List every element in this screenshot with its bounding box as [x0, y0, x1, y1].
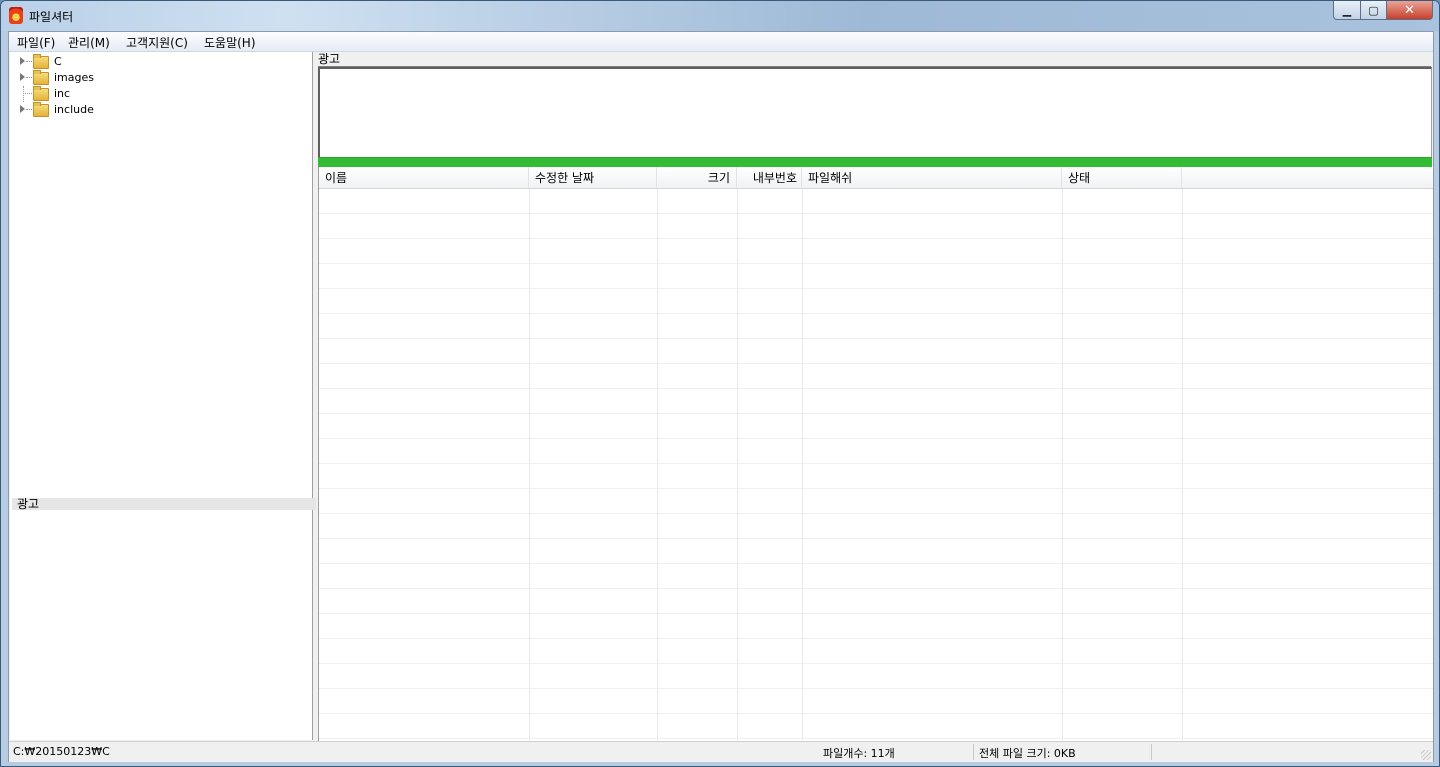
column-header-internal-number[interactable]: 내부번호	[737, 167, 802, 188]
table-row	[319, 364, 1433, 389]
app-window: 파일셔터 ▁ ▢ ✕ 파일(F) 관리(M) 고객지원(C) 도움말(H) C	[0, 0, 1440, 767]
minimize-icon: ▁	[1342, 3, 1352, 17]
expand-arrow-icon[interactable]	[20, 73, 25, 81]
column-divider	[529, 189, 530, 741]
maximize-button[interactable]: ▢	[1361, 1, 1387, 20]
close-icon: ✕	[1404, 2, 1415, 18]
table-row	[319, 439, 1433, 464]
table-row	[319, 514, 1433, 539]
tree-connector	[23, 86, 24, 102]
table-row	[319, 614, 1433, 639]
tree-item-c[interactable]: C	[10, 54, 210, 70]
tree-item-images[interactable]: images	[10, 70, 210, 86]
column-divider	[1182, 189, 1183, 741]
folder-icon	[33, 70, 49, 85]
menu-bar: 파일(F) 관리(M) 고객지원(C) 도움말(H)	[9, 32, 1433, 52]
tree-item-inc[interactable]: inc	[10, 86, 210, 102]
table-row	[319, 339, 1433, 364]
tree-connector	[26, 77, 32, 78]
tree-connector	[23, 93, 32, 94]
client-area: 파일(F) 관리(M) 고객지원(C) 도움말(H) C images inc …	[8, 31, 1434, 762]
folder-icon	[33, 86, 49, 101]
table-row	[319, 689, 1433, 714]
tree-connector	[26, 109, 32, 110]
tree-item-label: C	[54, 55, 62, 68]
table-row	[319, 539, 1433, 564]
file-list-header: 이름 수정한 날짜 크기 내부번호 파일해쉬 상태	[319, 167, 1433, 189]
folder-icon	[33, 102, 49, 117]
menu-support[interactable]: 고객지원(C)	[126, 34, 188, 51]
window-controls: ▁ ▢ ✕	[1333, 1, 1433, 21]
tree-item-include[interactable]: include	[10, 102, 210, 118]
title-bar[interactable]: 파일셔터 ▁ ▢ ✕	[1, 1, 1439, 31]
status-separator	[1151, 744, 1152, 760]
column-divider	[657, 189, 658, 741]
status-bar: C:₩20150123₩C 파일개수: 11개 전체 파일 크기: 0KB	[9, 741, 1433, 762]
table-row	[319, 489, 1433, 514]
menu-help[interactable]: 도움말(H)	[204, 34, 256, 51]
window-title: 파일셔터	[29, 10, 74, 24]
table-row	[319, 564, 1433, 589]
table-row	[319, 464, 1433, 489]
table-row	[319, 414, 1433, 439]
status-total-size: 전체 파일 크기: 0KB	[979, 747, 1076, 760]
table-row	[319, 314, 1433, 339]
resize-grip-icon[interactable]	[1421, 750, 1431, 760]
progress-bar	[318, 157, 1432, 167]
table-row	[319, 214, 1433, 239]
table-row	[319, 239, 1433, 264]
left-ad-label: 광고	[12, 498, 316, 511]
expand-arrow-icon[interactable]	[20, 57, 25, 65]
folder-tree-pane: C images inc include 광고	[10, 52, 316, 740]
column-divider	[1062, 189, 1063, 741]
column-header-modified[interactable]: 수정한 날짜	[529, 167, 657, 188]
top-ad-banner[interactable]	[318, 67, 1432, 158]
tree-item-label: include	[54, 103, 94, 116]
table-row	[319, 714, 1433, 739]
column-header-file-hash[interactable]: 파일해쉬	[802, 167, 1062, 188]
column-header-size[interactable]: 크기	[657, 167, 737, 188]
folder-icon	[33, 54, 49, 69]
tree-item-label: images	[54, 71, 94, 84]
status-file-count: 파일개수: 11개	[823, 747, 895, 760]
app-logo-icon	[9, 7, 23, 24]
status-separator	[973, 744, 974, 760]
status-current-path: C:₩20150123₩C	[13, 745, 110, 758]
column-header-name[interactable]: 이름	[319, 167, 529, 188]
table-row	[319, 189, 1433, 214]
tree-item-label: inc	[54, 87, 71, 100]
column-header-status[interactable]: 상태	[1062, 167, 1182, 188]
table-row	[319, 289, 1433, 314]
table-row	[319, 589, 1433, 614]
column-divider	[802, 189, 803, 741]
table-row	[319, 389, 1433, 414]
top-ad-label: 광고	[318, 52, 1431, 67]
tree-connector	[26, 61, 32, 62]
column-header-filler	[1182, 167, 1433, 188]
file-list[interactable]: 이름 수정한 날짜 크기 내부번호 파일해쉬 상태	[318, 167, 1433, 741]
column-divider	[737, 189, 738, 741]
menu-file[interactable]: 파일(F)	[17, 34, 55, 51]
expand-arrow-icon[interactable]	[20, 105, 25, 113]
table-row	[319, 639, 1433, 664]
menu-manage[interactable]: 관리(M)	[68, 34, 110, 51]
close-button[interactable]: ✕	[1387, 1, 1433, 20]
table-row	[319, 664, 1433, 689]
maximize-icon: ▢	[1368, 3, 1379, 17]
minimize-button[interactable]: ▁	[1333, 1, 1361, 20]
table-row	[319, 264, 1433, 289]
